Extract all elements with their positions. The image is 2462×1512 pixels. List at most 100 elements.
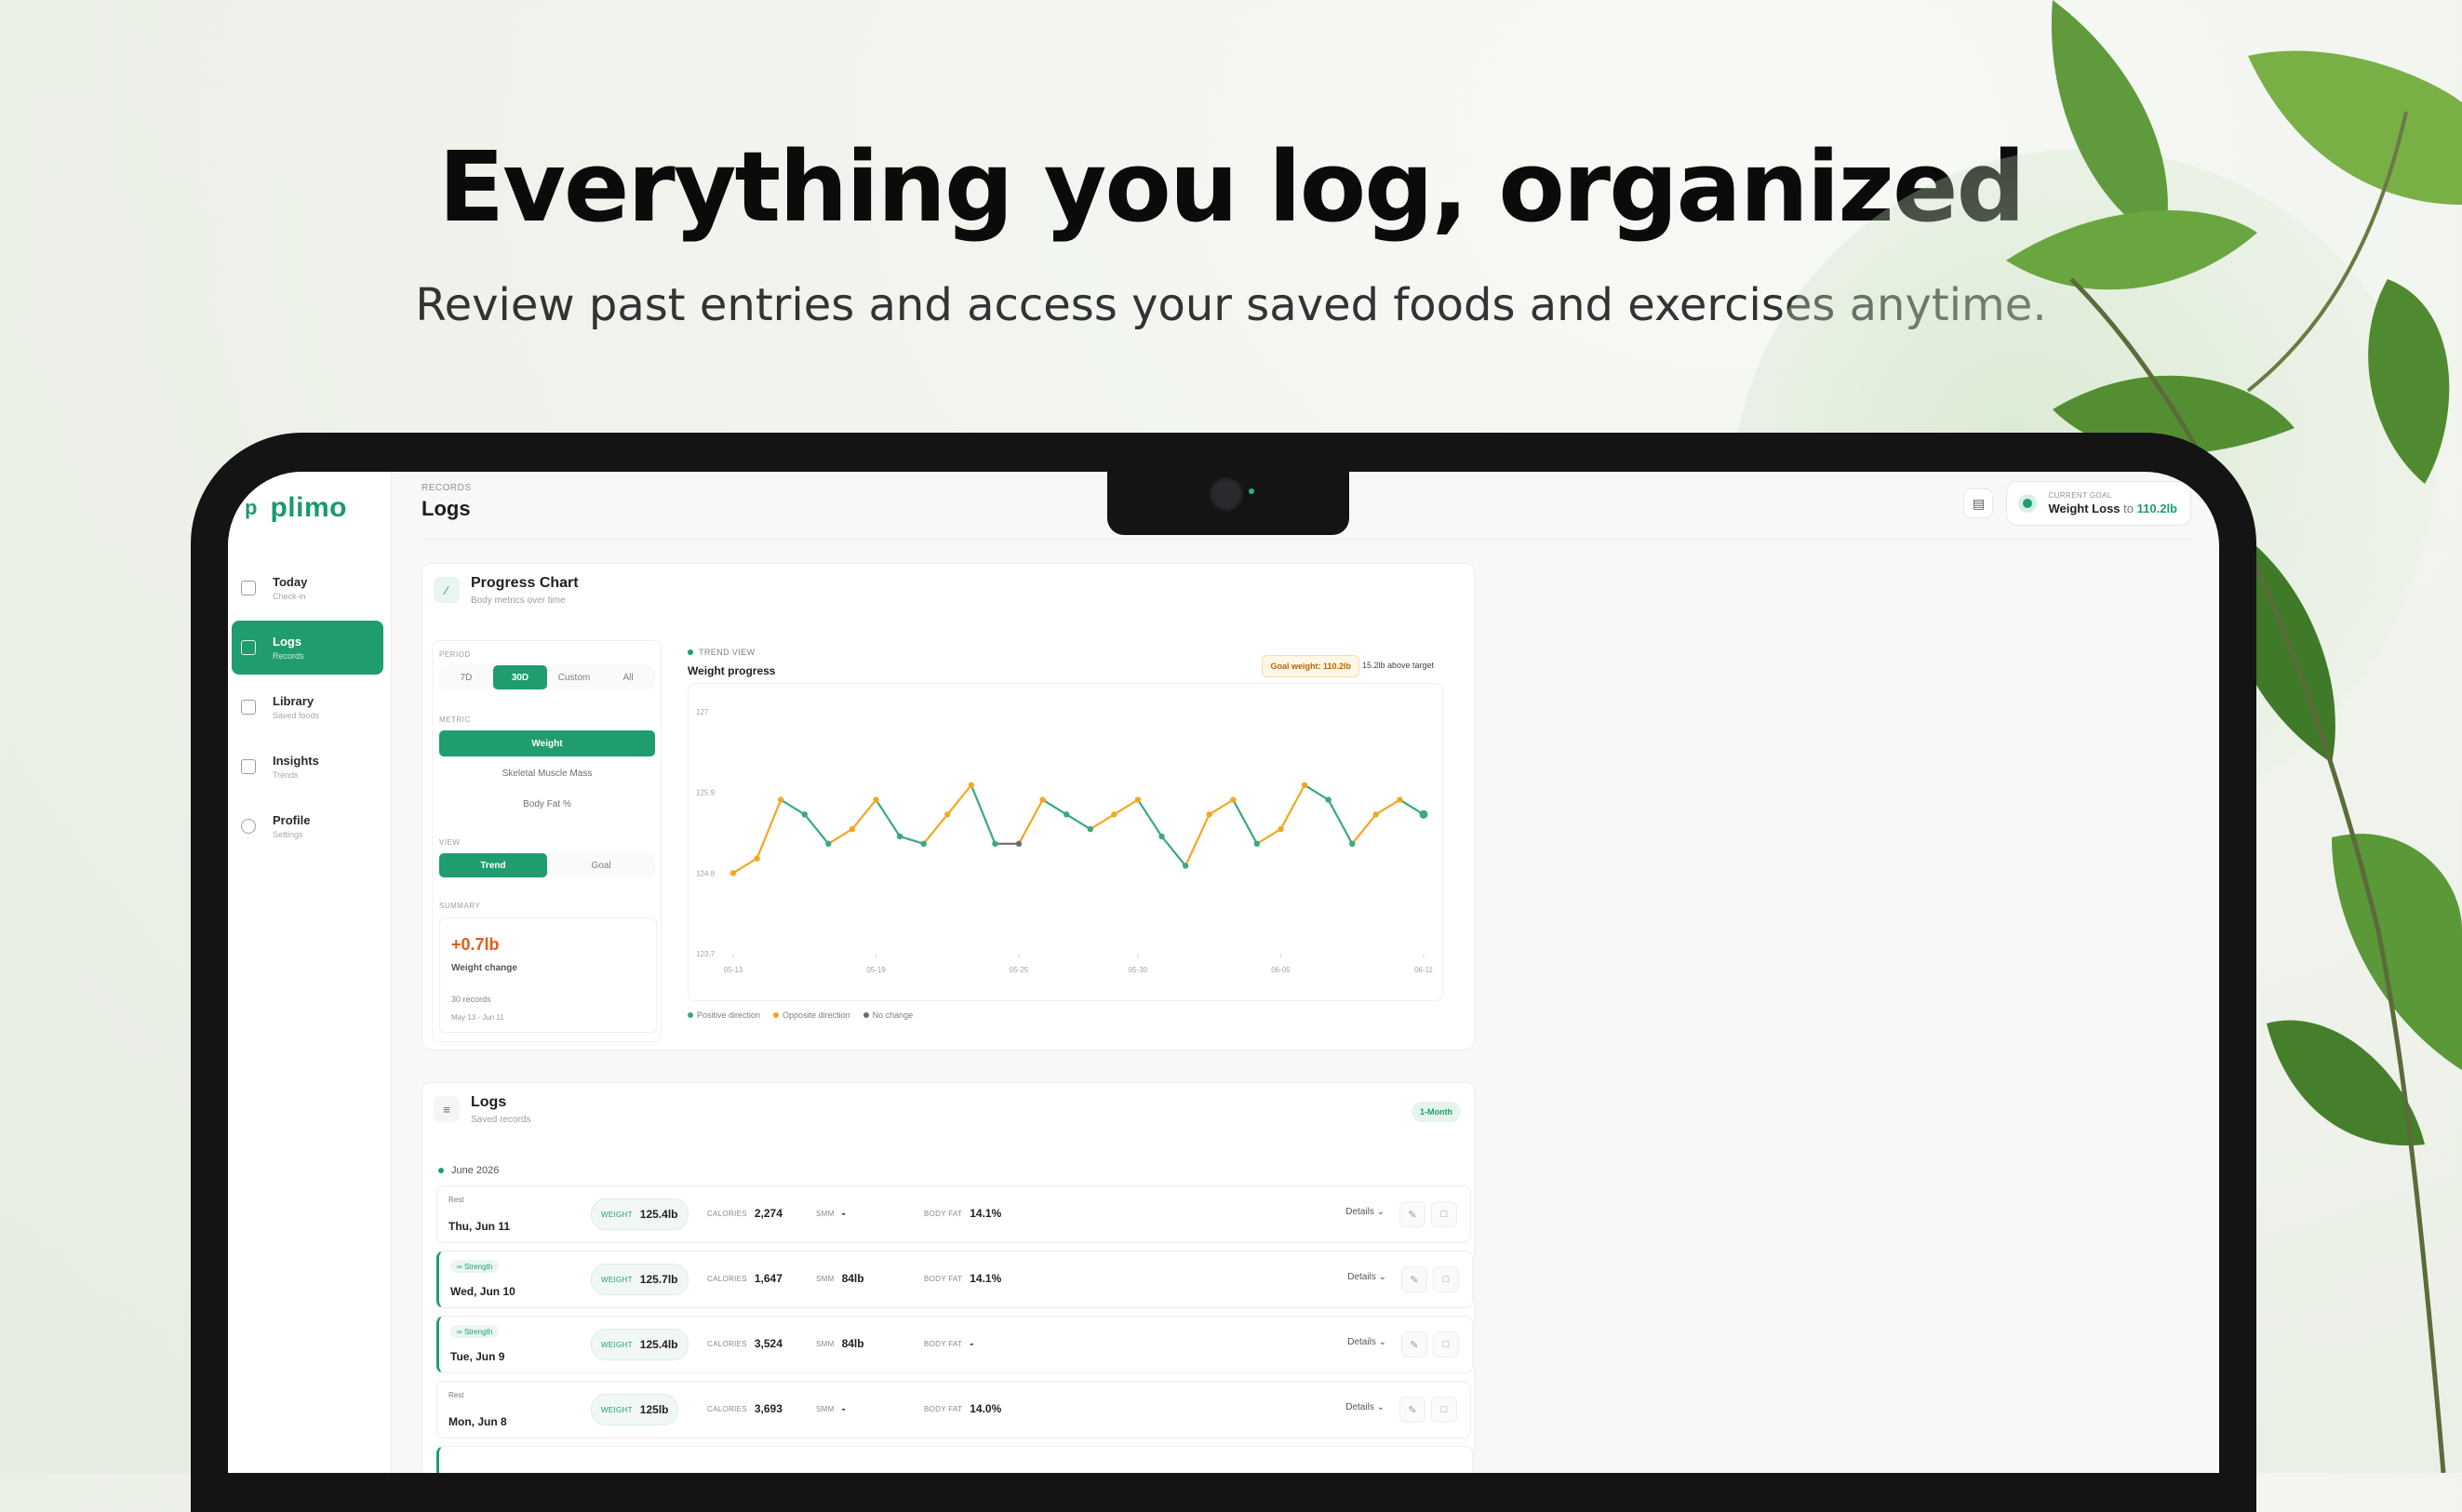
details-toggle[interactable]: Details ⌄ <box>1347 1272 1386 1282</box>
app-screen: p plimo Today Check-in Logs Records Librar… <box>228 472 2219 1473</box>
series-segment <box>946 783 972 816</box>
trash-icon: □ <box>1440 1404 1448 1415</box>
goal-target: 110.2lb <box>2136 502 2177 515</box>
row-tag: Rest <box>448 1391 464 1399</box>
data-point <box>1158 833 1165 840</box>
plot-box: 123.7 124.8 125.9 127 05-13 05-19 05-25 05-30 06… <box>688 683 1443 1001</box>
metric-smm[interactable]: Skeletal Muscle Mass <box>439 760 655 786</box>
series-segment <box>1255 827 1282 845</box>
sidebar-item-today[interactable]: Today Check-in <box>232 561 383 615</box>
series-segment <box>1041 798 1068 816</box>
log-row[interactable] <box>436 1446 1473 1473</box>
body-fat-stat: BODY FAT 14.1% <box>924 1207 1002 1220</box>
smm-stat: SMM - <box>816 1207 846 1220</box>
x-tick-label: 06-05 <box>1271 966 1291 974</box>
app-logo[interactable]: p plimo <box>245 492 347 524</box>
sidebar-item-desc: Settings <box>273 830 303 839</box>
dumbbell-icon: ∞ <box>457 1327 464 1336</box>
log-row[interactable]: Rest Mon, Jun 8 WEIGHT 125lb CALORIES 3,69… <box>436 1381 1471 1438</box>
log-row[interactable]: Rest Thu, Jun 11 WEIGHT 125.4lb CALORIES 2… <box>436 1185 1471 1243</box>
edit-button[interactable]: ✎ <box>1401 1266 1427 1292</box>
x-tick-label: 05-19 <box>866 966 886 974</box>
series-segment <box>1113 798 1140 816</box>
logo-text: plimo <box>270 492 347 523</box>
details-toggle[interactable]: Details ⌄ <box>1345 1207 1385 1217</box>
edit-button[interactable]: ✎ <box>1401 1331 1427 1358</box>
above-target-badge: 15.2lb above target <box>1361 661 1434 670</box>
list-icon: ≡ <box>434 1096 460 1122</box>
series-segment <box>756 798 783 860</box>
delete-button[interactable]: □ <box>1431 1397 1457 1423</box>
period-label: PERIOD <box>439 650 471 659</box>
series-segment <box>899 835 925 845</box>
current-goal-pill[interactable]: CURRENT GOAL Weight Loss to 110.2lb <box>2006 481 2191 526</box>
delete-button[interactable]: □ <box>1433 1266 1459 1292</box>
edit-button[interactable]: ✎ <box>1399 1397 1425 1423</box>
range-filter-badge[interactable]: 1-Month <box>1412 1102 1461 1122</box>
sidebar-item-label: Library <box>273 694 314 708</box>
delete-button[interactable]: □ <box>1433 1331 1459 1358</box>
chat-button[interactable]: ▤ <box>1963 488 1994 518</box>
view-goal[interactable]: Goal <box>547 853 655 877</box>
series-segment <box>1208 798 1235 816</box>
body-fat-stat: BODY FAT - <box>924 1337 974 1350</box>
pencil-icon: ✎ <box>1408 1209 1417 1221</box>
period-all[interactable]: All <box>601 665 655 689</box>
body-fat-stat: BODY FAT 14.1% <box>924 1272 1002 1285</box>
data-point <box>920 840 927 848</box>
data-point <box>1278 825 1284 833</box>
series-segment <box>850 798 877 831</box>
period-7d[interactable]: 7D <box>439 665 493 689</box>
weight-stat: WEIGHT 125.4lb <box>591 1198 689 1230</box>
view-trend[interactable]: Trend <box>439 853 547 877</box>
sidebar-item-insights[interactable]: Insights Trends <box>232 740 383 794</box>
y-tick-label: 127 <box>696 708 709 716</box>
smm-stat: SMM 84lb <box>816 1337 864 1350</box>
sidebar-item-profile[interactable]: Profile Settings <box>232 799 383 853</box>
series-segment <box>780 798 806 816</box>
delete-button[interactable]: □ <box>1431 1201 1457 1227</box>
sidebar-item-logs[interactable]: Logs Records <box>232 621 383 675</box>
series-segment <box>1017 798 1044 845</box>
legend-opposite: Opposite direction <box>773 1010 850 1020</box>
metric-body-fat[interactable]: Body Fat % <box>439 791 655 817</box>
series-segment <box>1351 813 1377 845</box>
data-point <box>896 833 903 840</box>
trend-view-label: TREND VIEW <box>688 648 756 657</box>
data-point <box>1325 796 1331 803</box>
weight-line-chart: 123.7 124.8 125.9 127 05-13 05-19 05-25 05-30 06… <box>696 708 1433 974</box>
data-point <box>873 796 879 803</box>
metric-label: METRIC <box>439 716 471 724</box>
body-fat-stat: BODY FAT 14.0% <box>924 1402 1002 1415</box>
calories-stat: CALORIES 3,693 <box>707 1402 783 1415</box>
x-tick-label: 05-25 <box>1010 966 1029 974</box>
row-date: Tue, Jun 9 <box>450 1350 505 1363</box>
log-row[interactable]: ∞ Strength Wed, Jun 10 WEIGHT 125.7lb CAL… <box>436 1251 1473 1308</box>
data-point <box>968 782 975 788</box>
summary-records: 30 records <box>451 995 491 1004</box>
row-tag: Rest <box>448 1196 464 1204</box>
series-segment <box>922 813 949 845</box>
series-segment <box>1089 813 1116 831</box>
sidebar-nav: Today Check-in Logs Records Library Saved f… <box>228 555 391 859</box>
details-toggle[interactable]: Details ⌄ <box>1347 1337 1386 1347</box>
details-toggle[interactable]: Details ⌄ <box>1345 1402 1385 1412</box>
x-tick-label: 05-13 <box>724 966 743 974</box>
weight-stat: WEIGHT 125.7lb <box>591 1264 689 1295</box>
data-point <box>1134 796 1142 803</box>
chart-legend: Positive direction Opposite direction No… <box>688 1010 913 1020</box>
data-point <box>754 855 760 862</box>
log-row[interactable]: ∞ Strength Tue, Jun 9 WEIGHT 125.4lb CALO… <box>436 1316 1473 1373</box>
edit-button[interactable]: ✎ <box>1399 1201 1425 1227</box>
period-custom[interactable]: Custom <box>547 665 601 689</box>
main-content: RECORDS Logs ▤ CURRENT GOAL Weight Loss … <box>391 472 2219 1473</box>
metric-weight[interactable]: Weight <box>439 730 655 756</box>
records-icon <box>241 640 256 655</box>
goal-label: CURRENT GOAL <box>2048 491 2112 500</box>
header-actions: ▤ CURRENT GOAL Weight Loss to 110.2lb <box>1963 481 2191 526</box>
sidebar-item-library[interactable]: Library Saved foods <box>232 680 383 734</box>
data-point <box>1111 811 1117 818</box>
chart-title: Weight progress <box>688 664 776 677</box>
card-subtitle: Saved records <box>471 1115 531 1125</box>
period-30d[interactable]: 30D <box>493 665 547 689</box>
